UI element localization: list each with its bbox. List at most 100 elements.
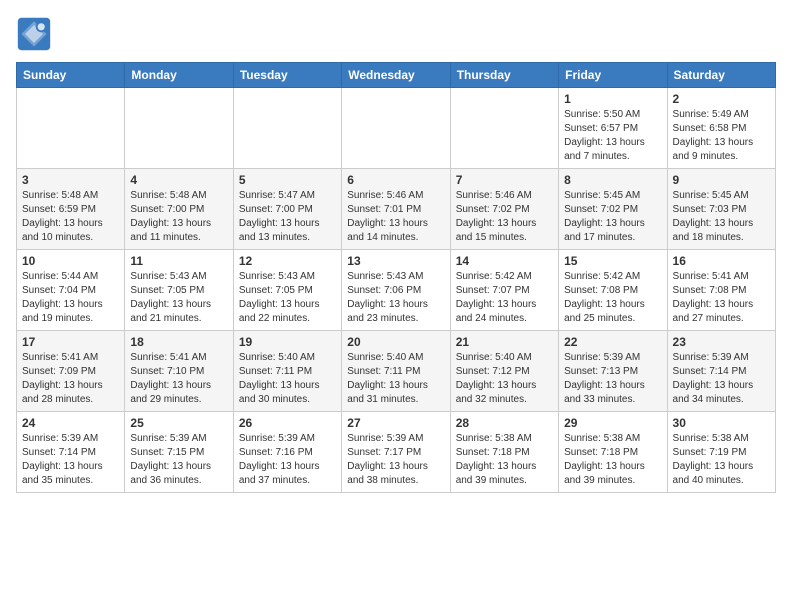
day-number: 25	[130, 416, 227, 430]
day-number: 2	[673, 92, 770, 106]
calendar-cell: 2 Sunrise: 5:49 AM Sunset: 6:58 PM Daylig…	[667, 88, 775, 169]
calendar-week-row: 3 Sunrise: 5:48 AM Sunset: 6:59 PM Daylig…	[17, 169, 776, 250]
day-number: 23	[673, 335, 770, 349]
day-number: 13	[347, 254, 444, 268]
weekday-header-monday: Monday	[125, 63, 233, 88]
day-number: 8	[564, 173, 661, 187]
calendar-cell: 1Sunrise: 5:50 AM Sunset: 6:57 PM Daylig…	[559, 88, 667, 169]
calendar-cell: 30 Sunrise: 5:38 AM Sunset: 7:19 PM Dayli…	[667, 412, 775, 493]
day-info: Sunrise: 5:50 AM Sunset: 6:57 PM Dayligh…	[564, 108, 661, 164]
day-number: 11	[130, 254, 227, 268]
calendar-cell	[233, 88, 341, 169]
day-number: 3	[22, 173, 119, 187]
day-info: Sunrise: 5:41 AM Sunset: 7:10 PM Dayligh…	[130, 351, 227, 407]
calendar-cell: 16 Sunrise: 5:41 AM Sunset: 7:08 PM Dayli…	[667, 250, 775, 331]
day-number: 15	[564, 254, 661, 268]
day-number: 5	[239, 173, 336, 187]
day-info: Sunrise: 5:43 AM Sunset: 7:05 PM Dayligh…	[239, 270, 336, 326]
calendar-week-row: 24 Sunrise: 5:39 AM Sunset: 7:14 PM Dayli…	[17, 412, 776, 493]
day-number: 10	[22, 254, 119, 268]
day-info: Sunrise: 5:44 AM Sunset: 7:04 PM Dayligh…	[22, 270, 119, 326]
day-info: Sunrise: 5:41 AM Sunset: 7:08 PM Dayligh…	[673, 270, 770, 326]
day-info: Sunrise: 5:38 AM Sunset: 7:19 PM Dayligh…	[673, 432, 770, 488]
day-info: Sunrise: 5:38 AM Sunset: 7:18 PM Dayligh…	[456, 432, 553, 488]
calendar-cell	[342, 88, 450, 169]
day-number: 21	[456, 335, 553, 349]
calendar-cell: 14Sunrise: 5:42 AM Sunset: 7:07 PM Dayli…	[450, 250, 558, 331]
day-info: Sunrise: 5:39 AM Sunset: 7:17 PM Dayligh…	[347, 432, 444, 488]
day-number: 24	[22, 416, 119, 430]
day-number: 30	[673, 416, 770, 430]
calendar-week-row: 1Sunrise: 5:50 AM Sunset: 6:57 PM Daylig…	[17, 88, 776, 169]
day-info: Sunrise: 5:49 AM Sunset: 6:58 PM Dayligh…	[673, 108, 770, 164]
page-header	[16, 16, 776, 52]
day-number: 6	[347, 173, 444, 187]
weekday-header-thursday: Thursday	[450, 63, 558, 88]
weekday-header-sunday: Sunday	[17, 63, 125, 88]
day-info: Sunrise: 5:48 AM Sunset: 7:00 PM Dayligh…	[130, 189, 227, 245]
day-number: 22	[564, 335, 661, 349]
calendar-cell: 10 Sunrise: 5:44 AM Sunset: 7:04 PM Dayli…	[17, 250, 125, 331]
calendar-cell: 3 Sunrise: 5:48 AM Sunset: 6:59 PM Daylig…	[17, 169, 125, 250]
calendar-cell: 17Sunrise: 5:41 AM Sunset: 7:09 PM Dayli…	[17, 331, 125, 412]
day-info: Sunrise: 5:38 AM Sunset: 7:18 PM Dayligh…	[564, 432, 661, 488]
calendar-cell: 12Sunrise: 5:43 AM Sunset: 7:05 PM Dayli…	[233, 250, 341, 331]
day-info: Sunrise: 5:39 AM Sunset: 7:14 PM Dayligh…	[673, 351, 770, 407]
calendar-cell: 9 Sunrise: 5:45 AM Sunset: 7:03 PM Daylig…	[667, 169, 775, 250]
day-info: Sunrise: 5:45 AM Sunset: 7:03 PM Dayligh…	[673, 189, 770, 245]
day-info: Sunrise: 5:43 AM Sunset: 7:05 PM Dayligh…	[130, 270, 227, 326]
calendar-cell: 27 Sunrise: 5:39 AM Sunset: 7:17 PM Dayli…	[342, 412, 450, 493]
day-number: 7	[456, 173, 553, 187]
calendar-cell: 13 Sunrise: 5:43 AM Sunset: 7:06 PM Dayli…	[342, 250, 450, 331]
day-info: Sunrise: 5:39 AM Sunset: 7:14 PM Dayligh…	[22, 432, 119, 488]
day-info: Sunrise: 5:42 AM Sunset: 7:08 PM Dayligh…	[564, 270, 661, 326]
day-number: 16	[673, 254, 770, 268]
day-info: Sunrise: 5:42 AM Sunset: 7:07 PM Dayligh…	[456, 270, 553, 326]
calendar-cell: 21 Sunrise: 5:40 AM Sunset: 7:12 PM Dayli…	[450, 331, 558, 412]
calendar-cell: 11 Sunrise: 5:43 AM Sunset: 7:05 PM Dayli…	[125, 250, 233, 331]
calendar-cell: 25 Sunrise: 5:39 AM Sunset: 7:15 PM Dayli…	[125, 412, 233, 493]
calendar-cell: 5 Sunrise: 5:47 AM Sunset: 7:00 PM Daylig…	[233, 169, 341, 250]
calendar-cell: 18 Sunrise: 5:41 AM Sunset: 7:10 PM Dayli…	[125, 331, 233, 412]
day-info: Sunrise: 5:40 AM Sunset: 7:11 PM Dayligh…	[347, 351, 444, 407]
weekday-header-saturday: Saturday	[667, 63, 775, 88]
calendar-cell	[450, 88, 558, 169]
day-info: Sunrise: 5:39 AM Sunset: 7:15 PM Dayligh…	[130, 432, 227, 488]
logo-icon	[16, 16, 52, 52]
weekday-header-row: SundayMondayTuesdayWednesdayThursdayFrid…	[17, 63, 776, 88]
day-info: Sunrise: 5:46 AM Sunset: 7:02 PM Dayligh…	[456, 189, 553, 245]
calendar-cell: 20 Sunrise: 5:40 AM Sunset: 7:11 PM Dayli…	[342, 331, 450, 412]
calendar-week-row: 10 Sunrise: 5:44 AM Sunset: 7:04 PM Dayli…	[17, 250, 776, 331]
day-info: Sunrise: 5:45 AM Sunset: 7:02 PM Dayligh…	[564, 189, 661, 245]
weekday-header-friday: Friday	[559, 63, 667, 88]
calendar-cell: 15 Sunrise: 5:42 AM Sunset: 7:08 PM Dayli…	[559, 250, 667, 331]
day-info: Sunrise: 5:47 AM Sunset: 7:00 PM Dayligh…	[239, 189, 336, 245]
day-number: 19	[239, 335, 336, 349]
day-number: 4	[130, 173, 227, 187]
calendar-cell	[17, 88, 125, 169]
day-number: 18	[130, 335, 227, 349]
calendar-cell: 6 Sunrise: 5:46 AM Sunset: 7:01 PM Daylig…	[342, 169, 450, 250]
day-info: Sunrise: 5:40 AM Sunset: 7:11 PM Dayligh…	[239, 351, 336, 407]
calendar-cell: 4 Sunrise: 5:48 AM Sunset: 7:00 PM Daylig…	[125, 169, 233, 250]
day-info: Sunrise: 5:43 AM Sunset: 7:06 PM Dayligh…	[347, 270, 444, 326]
day-number: 29	[564, 416, 661, 430]
calendar: SundayMondayTuesdayWednesdayThursdayFrid…	[16, 62, 776, 493]
day-info: Sunrise: 5:39 AM Sunset: 7:16 PM Dayligh…	[239, 432, 336, 488]
weekday-header-wednesday: Wednesday	[342, 63, 450, 88]
day-number: 9	[673, 173, 770, 187]
day-info: Sunrise: 5:46 AM Sunset: 7:01 PM Dayligh…	[347, 189, 444, 245]
calendar-cell: 19 Sunrise: 5:40 AM Sunset: 7:11 PM Dayli…	[233, 331, 341, 412]
day-number: 26	[239, 416, 336, 430]
day-number: 27	[347, 416, 444, 430]
day-info: Sunrise: 5:40 AM Sunset: 7:12 PM Dayligh…	[456, 351, 553, 407]
day-info: Sunrise: 5:41 AM Sunset: 7:09 PM Dayligh…	[22, 351, 119, 407]
weekday-header-tuesday: Tuesday	[233, 63, 341, 88]
day-number: 28	[456, 416, 553, 430]
calendar-cell: 7 Sunrise: 5:46 AM Sunset: 7:02 PM Daylig…	[450, 169, 558, 250]
calendar-cell: 22Sunrise: 5:39 AM Sunset: 7:13 PM Dayli…	[559, 331, 667, 412]
calendar-cell: 26 Sunrise: 5:39 AM Sunset: 7:16 PM Dayli…	[233, 412, 341, 493]
day-number: 20	[347, 335, 444, 349]
day-info: Sunrise: 5:48 AM Sunset: 6:59 PM Dayligh…	[22, 189, 119, 245]
calendar-cell: 8 Sunrise: 5:45 AM Sunset: 7:02 PM Daylig…	[559, 169, 667, 250]
